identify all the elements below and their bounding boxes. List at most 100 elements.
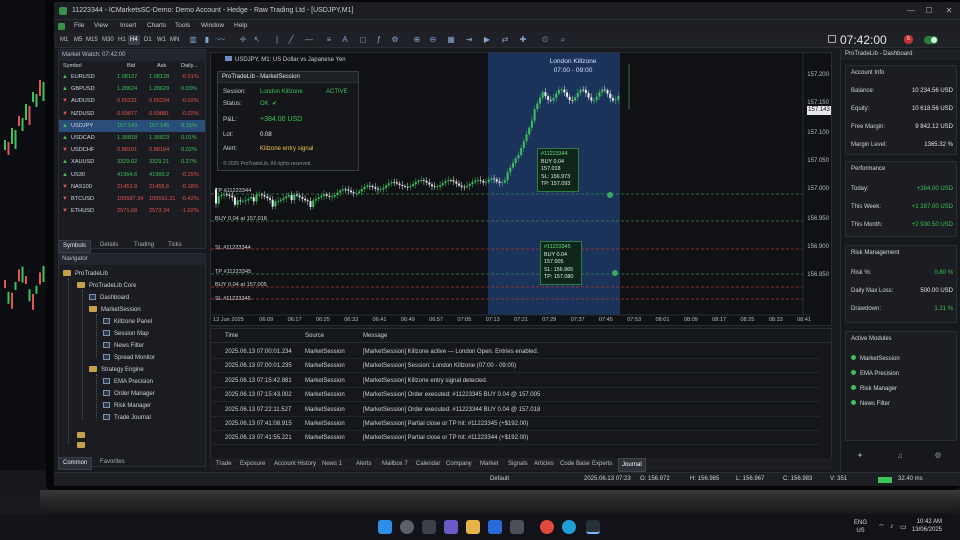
chrome-icon[interactable] [540, 520, 554, 534]
new-order-icon[interactable]: ✚ [518, 35, 528, 45]
nav-trade-journal[interactable]: Trade Journal [103, 412, 151, 424]
timeframe-h4[interactable]: H4 [128, 35, 140, 45]
edge-icon[interactable] [562, 520, 576, 534]
zoom-out-icon[interactable]: ⊖ [428, 35, 438, 45]
menu-insert[interactable]: Insert [120, 20, 136, 32]
text-icon[interactable]: A [340, 35, 350, 45]
toolbox-tab[interactable]: Signals [508, 458, 528, 470]
battery-icon[interactable]: ▭ [900, 523, 907, 531]
market-session-panel[interactable]: ProTradeLib - MarketSession Session: Lon… [217, 71, 359, 171]
tab-favorites[interactable]: Favorites [96, 457, 129, 468]
menu-help[interactable]: Help [234, 20, 247, 32]
order-tooltip-1[interactable]: #11223344 BUY 0.04 157.018 SL: 156.973 T… [537, 148, 579, 192]
metatrader-taskbar-icon[interactable] [586, 520, 600, 534]
nav-root[interactable]: ProTradeLib [63, 268, 108, 280]
connection-toggle[interactable] [924, 36, 938, 44]
market-watch-row[interactable]: ▼ NAS100 21452.8 21455.6 -0.18% [59, 181, 205, 193]
store-icon[interactable] [510, 520, 524, 534]
status-profile[interactable]: Default [490, 473, 509, 486]
journal-row[interactable]: 2025.06.13 07:41:08.915 MarketSession [Mar… [211, 417, 821, 431]
toolbox-tab[interactable]: Calendar [416, 458, 440, 470]
col-daily[interactable]: Daily... [181, 61, 198, 71]
zoom-in-icon[interactable]: ⊕ [412, 35, 422, 45]
menu-file[interactable]: File [74, 20, 84, 32]
col-ask[interactable]: Ask [157, 61, 166, 71]
history-icon[interactable]: ⏲ [540, 35, 550, 45]
system-clock[interactable]: 10:42 AM 13/06/2025 [912, 518, 942, 534]
nav-news-filter[interactable]: News Filter [103, 340, 144, 352]
toolbox-tab[interactable]: Trade [216, 458, 231, 470]
timeframe-m5[interactable]: M5 [72, 35, 84, 45]
one-click-trading-icon[interactable]: ⇄ [500, 35, 510, 45]
journal-row[interactable]: 2025.06.13 07:00:01.234 MarketSession [Mar… [211, 345, 821, 359]
journal-row[interactable]: 2025.06.13 07:22:11.527 MarketSession [Mar… [211, 403, 821, 417]
timeframe-d1[interactable]: D1 [142, 35, 154, 45]
market-watch-row[interactable]: ▲ EURUSD 1.08127 1.08128 -0.01% [59, 71, 205, 83]
nav-strategy-engine[interactable]: Strategy Engine [89, 364, 144, 376]
minimize-button[interactable]: — [902, 2, 920, 20]
wifi-icon[interactable]: ⌔ [878, 523, 885, 532]
market-watch-row[interactable]: ▼ NZDUSD 0.59877 0.59881 -0.02% [59, 108, 205, 120]
tab-symbols[interactable]: Symbols [58, 240, 92, 253]
file-explorer-icon[interactable] [466, 520, 480, 534]
tab-trading[interactable]: Trading [130, 240, 158, 251]
nav-dashboard[interactable]: Dashboard [89, 292, 129, 304]
toolbox-tab[interactable]: Exposure [240, 458, 265, 470]
shapes-icon[interactable]: ◻ [358, 35, 368, 45]
module-risk-manager[interactable]: Risk Manager [851, 384, 897, 394]
line-chart-icon[interactable]: 〰 [216, 35, 226, 45]
timeframe-w1[interactable]: W1 [155, 35, 168, 45]
tab-common[interactable]: Common [58, 457, 93, 470]
indicators-icon[interactable]: ƒ [374, 35, 384, 45]
settings-icon[interactable]: ⚙ [931, 451, 945, 460]
menu-charts[interactable]: Charts [147, 20, 166, 32]
cursor-icon[interactable]: ↖ [252, 35, 262, 45]
timeframe-m15[interactable]: M15 [84, 35, 100, 45]
tab-ticks[interactable]: Ticks [164, 240, 186, 251]
bell-icon[interactable]: ♫ [893, 451, 907, 460]
toolbox-tab[interactable]: Articles [534, 458, 554, 470]
journal-row[interactable]: 2025.06.13 07:15:42.881 MarketSession [Mar… [211, 374, 821, 388]
notifications-badge[interactable]: 5 [904, 35, 913, 44]
volume-icon[interactable]: ♪ [890, 523, 894, 530]
module-news-filter[interactable]: News Filter [851, 399, 890, 409]
fibonacci-icon[interactable]: ≡ [324, 35, 334, 45]
nav-ema-precision[interactable]: EMA Precision [103, 376, 153, 388]
market-watch-row[interactable]: ▲ US30 41964.6 41969.2 -0.15% [59, 169, 205, 181]
strategy-tester-icon[interactable]: ⌕ [558, 35, 568, 45]
col-bid[interactable]: Bid [127, 61, 135, 71]
algo-trading-icon[interactable]: ▶ [482, 35, 492, 45]
nav-order-manager[interactable]: Order Manager [103, 388, 155, 400]
market-watch-row[interactable]: ▼ ETHUSD 2571.68 2573.34 -1.02% [59, 205, 205, 217]
toolbox-tab[interactable]: Alerts [356, 458, 371, 470]
col-message[interactable]: Message [363, 329, 387, 343]
nav-spread-monitor[interactable]: Spread Monitor [103, 352, 155, 364]
menu-window[interactable]: Window [201, 20, 224, 32]
toolbox-tab[interactable]: Company [446, 458, 472, 470]
bar-chart-icon[interactable]: ▥ [188, 35, 198, 45]
market-watch-row[interactable]: ▼ AUDUSD 0.65231 0.65234 -0.02% [59, 95, 205, 107]
autoscroll-icon[interactable]: ⇥ [464, 35, 474, 45]
market-watch-row[interactable]: ▼ USDCHF 0.88161 0.88164 0.02% [59, 144, 205, 156]
objects-icon[interactable]: ⚙ [390, 35, 400, 45]
module-marketsession[interactable]: MarketSession [851, 354, 900, 364]
maximize-button[interactable]: ☐ [920, 2, 938, 20]
menu-tools[interactable]: Tools [175, 20, 190, 32]
tools-icon[interactable]: ✦ [853, 451, 867, 460]
crosshair-icon[interactable]: ✛ [238, 35, 248, 45]
candles-icon[interactable]: ▮ [202, 35, 212, 45]
nav-risk-manager[interactable]: Risk Manager [103, 400, 151, 412]
tab-details[interactable]: Details [96, 240, 122, 251]
vertical-line-icon[interactable]: | [272, 35, 282, 45]
col-symbol[interactable]: Symbol [63, 61, 82, 71]
toolbox-tab[interactable]: Account History [274, 458, 316, 470]
search-icon[interactable] [400, 520, 414, 534]
outlook-icon[interactable] [488, 520, 502, 534]
toolbox-tab[interactable]: Journal [618, 458, 646, 472]
market-watch-row[interactable]: ▲ USDCAD 1.36818 1.36823 0.01% [59, 132, 205, 144]
timeframe-m30[interactable]: M30 [100, 35, 116, 45]
journal-row[interactable]: 2025.06.13 07:15:43.002 MarketSession [Mar… [211, 388, 821, 403]
order-tooltip-2[interactable]: #11223345 BUY 0.04 157.005 SL: 156.965 T… [540, 241, 582, 285]
toolbox-tab[interactable]: Mailbox 7 [382, 458, 408, 470]
toolbox-tab[interactable]: Code Base [560, 458, 590, 470]
